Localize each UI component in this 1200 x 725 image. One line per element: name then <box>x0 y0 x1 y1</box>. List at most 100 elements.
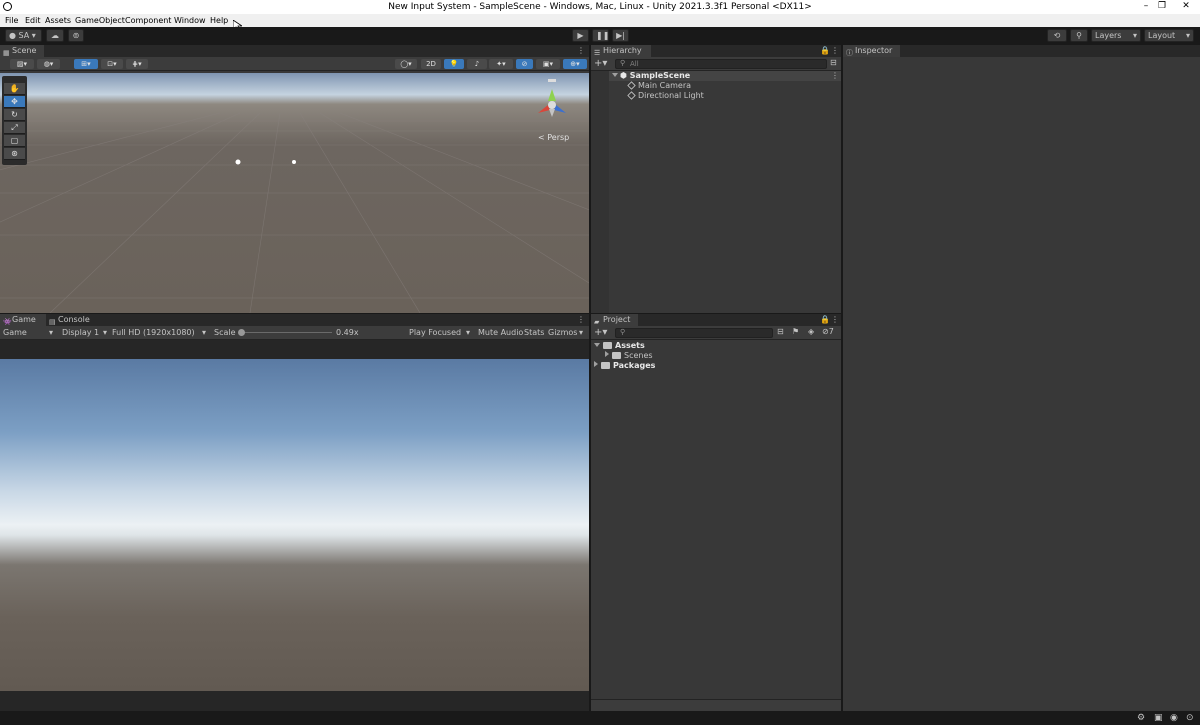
overlay-handle[interactable] <box>2 76 27 80</box>
menu-bar: File Edit Assets GameObject Component Wi… <box>0 14 1200 33</box>
effects-dropdown[interactable]: ✦▾ <box>489 59 513 69</box>
gizmos-dropdown[interactable]: ⊕▾ <box>563 59 587 69</box>
lock-icon[interactable]: 🔒 <box>820 46 830 55</box>
hierarchy-item[interactable]: Main Camera <box>627 81 691 90</box>
scale-slider-track[interactable] <box>240 332 332 333</box>
search-icon: ⚲ <box>1076 31 1082 40</box>
chevron-down-icon: ▾ <box>1132 31 1137 40</box>
expand-arrow-icon[interactable] <box>605 351 609 357</box>
project-tree-item[interactable]: Packages <box>594 361 655 370</box>
collab-button[interactable]: ⊚ <box>68 29 84 42</box>
rotate-tool-button[interactable]: ↻ <box>4 109 25 121</box>
project-tree-item[interactable]: Scenes <box>605 351 653 360</box>
lighting-progress-icon[interactable]: ▣ <box>1154 713 1163 723</box>
move-tool-button[interactable]: ✥ <box>4 96 25 108</box>
rect-tool-button[interactable]: ▢ <box>4 135 25 147</box>
search-by-type-icon[interactable]: ⊟ <box>777 327 784 336</box>
favorites-icon[interactable]: ◈ <box>808 327 814 336</box>
search-button[interactable]: ⚲ <box>1070 29 1088 42</box>
audio-toggle[interactable]: ♪ <box>467 59 487 69</box>
undo-history-button[interactable]: ⟲ <box>1047 29 1067 42</box>
render-mode-dropdown[interactable]: ◍▾ <box>37 59 60 69</box>
expand-arrow-icon[interactable] <box>594 343 600 347</box>
display-dropdown[interactable]: Display 1 <box>62 327 99 339</box>
project-search-input[interactable] <box>615 328 773 338</box>
tab-scene[interactable]: ▦ Scene <box>0 45 44 57</box>
grid-visibility-dropdown[interactable]: ⋕▾ <box>126 59 148 69</box>
hierarchy-gutter <box>591 71 609 313</box>
more-options-icon[interactable]: ⋮ <box>831 46 839 55</box>
hand-tool-button[interactable]: ✋ <box>4 83 25 95</box>
camera-dropdown[interactable]: ▣▾ <box>536 59 560 69</box>
shading-dropdown[interactable]: ◯▾ <box>395 59 417 69</box>
hierarchy-search-input[interactable]: All <box>615 59 827 69</box>
more-options-icon[interactable]: ⋮ <box>577 315 585 324</box>
increment-snap-dropdown[interactable]: ⊡▾ <box>101 59 123 69</box>
account-icon: ● <box>9 31 16 40</box>
search-options-icon[interactable]: ⊟ <box>830 58 837 67</box>
game-viewport[interactable] <box>0 359 589 691</box>
draw-mode-dropdown[interactable]: ▨▾ <box>10 59 34 69</box>
scale-slider-thumb[interactable] <box>238 329 245 336</box>
grid-snap-dropdown[interactable]: ⊞▾ <box>74 59 98 69</box>
more-options-icon[interactable]: ⋮ <box>831 315 839 324</box>
play-focused-dropdown[interactable]: Play Focused <box>409 327 461 339</box>
menu-edit[interactable]: Edit <box>25 16 41 25</box>
cloud-button[interactable]: ☁ <box>46 29 64 42</box>
tab-hierarchy[interactable]: ☰ Hierarchy <box>591 45 651 57</box>
account-dropdown[interactable]: ● SA ▾ <box>5 29 42 42</box>
hierarchy-item[interactable]: Directional Light <box>627 91 704 100</box>
play-icon: ▶ <box>577 31 584 40</box>
lighting-toggle[interactable]: 💡 <box>444 59 464 69</box>
close-button[interactable]: ✕ <box>1176 0 1196 14</box>
add-dropdown[interactable]: +▾ <box>594 58 607 70</box>
game-toolbar: Game ▾ Display 1 ▾ Full HD (1920x1080) ▾… <box>0 326 589 340</box>
lock-icon[interactable]: 🔒 <box>820 315 830 324</box>
tab-console[interactable]: ▤ Console <box>46 314 94 326</box>
game-letterbox-top <box>0 340 589 359</box>
scale-tool-button[interactable]: ⤢ <box>4 122 25 134</box>
search-by-label-icon[interactable]: ⚑ <box>792 327 799 336</box>
hierarchy-toolbar: +▾ All ⚲ ⊟ <box>591 57 841 71</box>
stats-toggle[interactable]: Stats <box>524 327 544 339</box>
layout-dropdown[interactable]: Layout ▾ <box>1144 29 1194 42</box>
more-options-icon[interactable]: ⋮ <box>577 46 585 55</box>
create-dropdown[interactable]: +▾ <box>594 327 607 339</box>
effects-icon: ✦▾ <box>496 60 506 68</box>
projection-label[interactable]: < Persp <box>538 133 569 142</box>
layers-dropdown[interactable]: Layers ▾ <box>1091 29 1141 42</box>
transform-tool-button[interactable]: ⊛ <box>4 148 25 160</box>
project-tree-item[interactable]: Assets <box>594 341 645 350</box>
scene-visibility-toggle[interactable]: ⊘ <box>516 59 533 69</box>
menu-gameobject[interactable]: GameObject <box>75 16 125 25</box>
tools-overlay: ✋ ✥ ↻ ⤢ ▢ ⊛ <box>2 76 27 165</box>
scene-viewport[interactable]: < Persp ✋ ✥ ↻ ⤢ ▢ ⊛ <box>0 73 589 313</box>
hidden-packages-toggle[interactable]: ⊘7 <box>822 327 834 336</box>
gizmos-toggle[interactable]: Gizmos <box>548 327 577 339</box>
cache-server-icon[interactable]: ◉ <box>1170 713 1178 723</box>
menu-component[interactable]: Component <box>125 16 171 25</box>
play-button[interactable]: ▶ <box>572 29 589 42</box>
menu-window[interactable]: Window <box>174 16 206 25</box>
pause-button[interactable]: ❚❚ <box>592 29 609 42</box>
tab-inspector-label: Inspector <box>855 46 893 55</box>
resolution-dropdown[interactable]: Full HD (1920x1080) <box>112 327 195 339</box>
gizmo-icon: ⊕▾ <box>570 60 580 68</box>
bug-report-icon[interactable]: ⚙ <box>1137 713 1145 723</box>
tab-game[interactable]: 👾 Game <box>0 314 46 326</box>
tab-project[interactable]: ▰ Project <box>591 314 638 326</box>
menu-assets[interactable]: Assets <box>45 16 71 25</box>
scene-header-row[interactable]: ⬢ SampleScene ⋮ <box>609 71 841 81</box>
scene-menu-icon[interactable]: ⋮ <box>831 71 839 80</box>
menu-file[interactable]: File <box>5 16 18 25</box>
restore-button[interactable]: ❐ <box>1152 0 1172 14</box>
menu-help[interactable]: Help <box>210 16 228 25</box>
step-button[interactable]: ▶| <box>612 29 629 42</box>
tab-inspector[interactable]: ⓘ Inspector <box>843 45 900 57</box>
mute-audio-toggle[interactable]: Mute Audio <box>478 327 523 339</box>
inspector-panel: ⓘ Inspector <box>843 45 1200 711</box>
game-mode-dropdown[interactable]: Game <box>3 327 27 339</box>
auto-refresh-icon[interactable]: ⊙ <box>1186 713 1194 723</box>
toggle-2d-button[interactable]: 2D <box>421 59 441 69</box>
expand-arrow-icon[interactable] <box>594 361 598 367</box>
